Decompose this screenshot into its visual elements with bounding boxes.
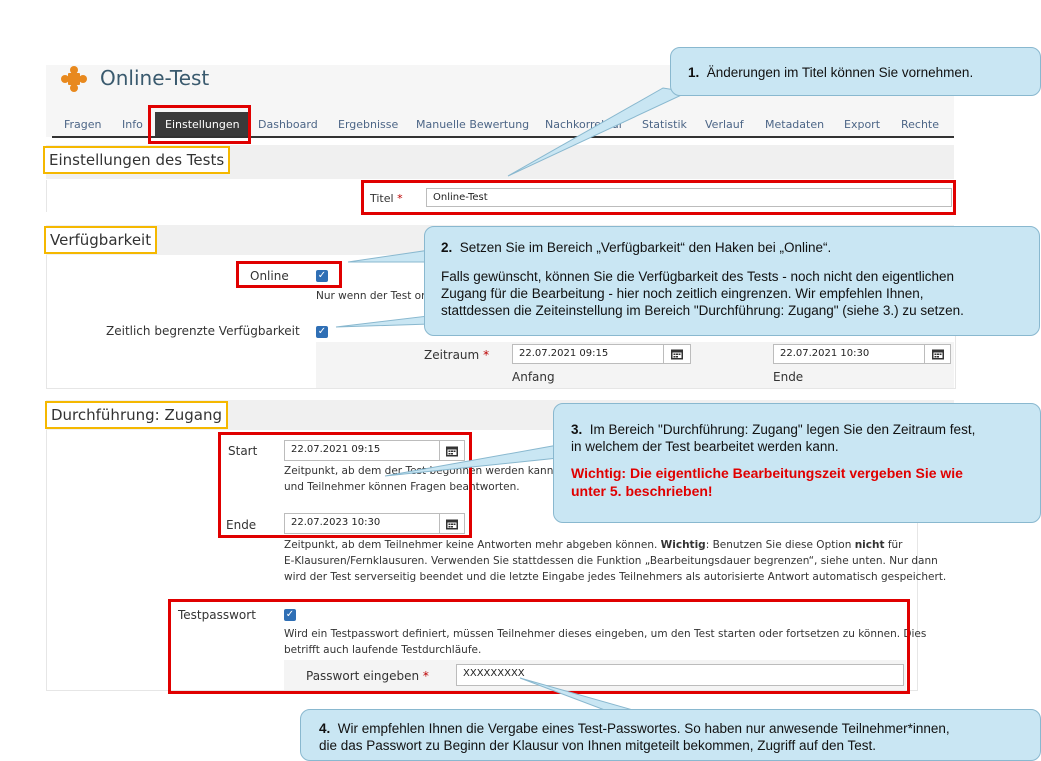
calendar-icon[interactable] [924,344,951,364]
active-tab-highlight [148,105,251,144]
online-highlight [236,261,342,288]
callout-4: 4. Wir empfehlen Ihnen die Vergabe eines… [300,709,1041,761]
page-title: Online-Test [100,66,210,90]
tab-metadaten[interactable]: Metadaten [765,112,824,136]
limited-availability-label: Zeitlich begrenzte Verfügbarkeit [106,324,300,338]
tab-rechte[interactable]: Rechte [901,112,939,136]
tab-export[interactable]: Export [844,112,880,136]
tab-info[interactable]: Info [122,112,143,136]
tab-ergebnisse[interactable]: Ergebnisse [338,112,398,136]
callout-2: 2. Setzen Sie im Bereich „Verfügbarkeit“… [424,226,1040,336]
start-end-highlight [218,432,472,538]
settings-section-title: Einstellungen des Tests [43,146,231,174]
end-hint-2: E-Klausuren/Fernklausuren. Verwenden Sie… [284,555,938,567]
tab-verlauf[interactable]: Verlauf [705,112,744,136]
end-hint-3: wird der Test serverseitig beendet und d… [284,571,947,583]
period-start-caption: Anfang [512,370,555,384]
puzzle-icon [60,65,88,93]
password-highlight [168,599,910,694]
tab-manuelle-bewertung[interactable]: Manuelle Bewertung [416,112,529,136]
tab-dashboard[interactable]: Dashboard [258,112,318,136]
period-end-input[interactable]: 22.07.2021 10:30 [773,344,925,364]
calendar-icon[interactable] [663,344,691,364]
title-highlight [361,180,956,215]
period-end-caption: Ende [773,370,804,384]
end-hint-1: Zeitpunkt, ab dem Teilnehmer keine Antwo… [284,539,903,551]
callout-1: 1. Änderungen im Titel können Sie vorneh… [670,47,1041,96]
period-start-input[interactable]: 22.07.2021 09:15 [512,344,664,364]
tab-nachkorrektur[interactable]: Nachkorrektur [545,112,623,136]
period-label: Zeitraum * [424,348,490,362]
tab-fragen[interactable]: Fragen [64,112,102,136]
access-section-title: Durchführung: Zugang [45,401,228,429]
callout-3: 3. Im Bereich "Durchführung: Zugang" leg… [553,403,1041,523]
limited-availability-checkbox[interactable]: ✓ [316,326,328,338]
tab-statistik[interactable]: Statistik [642,112,687,136]
availability-section-title: Verfügbarkeit [44,226,158,254]
online-hint: Nur wenn der Test onl [316,290,431,302]
